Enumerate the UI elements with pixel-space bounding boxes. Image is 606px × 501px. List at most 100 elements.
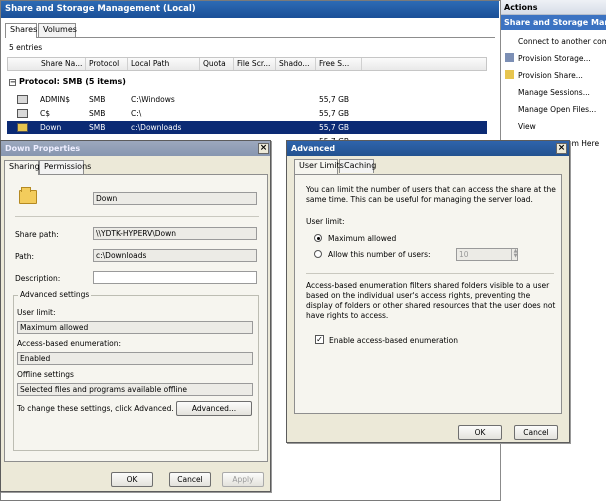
share-free-space: 55,7 GB xyxy=(319,123,350,132)
actions-header: Actions xyxy=(501,0,606,15)
ok-button[interactable]: OK xyxy=(111,472,153,487)
entries-count: 5 entries xyxy=(9,43,43,52)
table-row[interactable]: C$ SMB C:\ 55,7 GB xyxy=(7,107,487,120)
column-protocol[interactable]: Protocol xyxy=(86,58,128,70)
tab-shares[interactable]: Shares xyxy=(5,23,37,38)
max-allowed-label: Maximum allowed xyxy=(328,234,397,243)
tab-volumes[interactable]: Volumes xyxy=(38,23,77,37)
cancel-button[interactable]: Cancel xyxy=(514,425,558,440)
advanced-dialog: Advanced × User Limits Caching You can l… xyxy=(286,140,570,443)
storage-icon xyxy=(505,53,514,62)
path-label: Path: xyxy=(15,252,35,261)
share-free-space: 55,7 GB xyxy=(319,95,350,104)
user-count-stepper[interactable]: 10 xyxy=(456,248,518,261)
user-limits-panel: You can limit the number of users that c… xyxy=(294,174,562,414)
apply-button[interactable]: Apply xyxy=(222,472,264,487)
actions-subheader[interactable]: Share and Storage Manag xyxy=(501,15,606,30)
action-label: Provision Share... xyxy=(518,71,583,80)
offline-value: Selected files and programs available of… xyxy=(17,383,253,396)
user-limit-heading: User limit: xyxy=(306,217,345,226)
advanced-button[interactable]: Advanced... xyxy=(176,401,252,416)
allow-number-radio[interactable] xyxy=(314,250,322,258)
blank-icon xyxy=(505,104,514,113)
abe-description: Access-based enumeration filters shared … xyxy=(306,281,556,320)
tab-permissions[interactable]: Permissions xyxy=(39,160,91,174)
advanced-hint: To change these settings, click Advanced… xyxy=(17,404,174,413)
action-label: Connect to another com xyxy=(518,37,606,46)
group-header[interactable]: − Protocol: SMB (5 items) xyxy=(9,75,126,88)
share-protocol: SMB xyxy=(89,95,106,104)
advanced-settings-group: Advanced settings User limit: Maximum al… xyxy=(13,290,259,451)
share-folder-icon xyxy=(505,70,514,79)
table-row[interactable]: ADMIN$ SMB C:\Windows 55,7 GB xyxy=(7,93,487,106)
blank-icon xyxy=(505,36,514,45)
action-label: om Here xyxy=(567,139,600,148)
share-protocol: SMB xyxy=(89,123,106,132)
tab-divider xyxy=(5,37,495,38)
close-icon[interactable]: × xyxy=(258,143,269,154)
column-free-space[interactable]: Free S... xyxy=(316,58,362,70)
action-provision-storage[interactable]: Provision Storage... xyxy=(505,53,591,65)
share-path-label: Share path: xyxy=(15,230,59,239)
user-limit-label: User limit: xyxy=(17,308,56,317)
action-label: View xyxy=(518,122,536,131)
properties-dialog: Down Properties × Sharing Permissions Do… xyxy=(0,140,271,492)
description-input[interactable] xyxy=(93,271,257,284)
advanced-title: Advanced xyxy=(287,141,569,156)
column-local-path[interactable]: Local Path xyxy=(128,58,200,70)
share-icon xyxy=(17,95,28,104)
share-icon xyxy=(17,109,28,118)
share-path: c:\Downloads xyxy=(131,123,182,132)
folder-share-icon xyxy=(17,123,28,132)
column-shadow-copies[interactable]: Shado... xyxy=(276,58,316,70)
console-tabs: Shares Volumes xyxy=(5,23,105,38)
grid-header: Share Na... Protocol Local Path Quota Fi… xyxy=(7,57,487,71)
tab-caching[interactable]: Caching xyxy=(339,159,376,173)
action-provision-share[interactable]: Provision Share... xyxy=(505,70,583,82)
tab-sharing[interactable]: Sharing xyxy=(4,160,40,175)
collapse-icon[interactable]: − xyxy=(9,79,16,86)
ok-button[interactable]: OK xyxy=(458,425,502,440)
column-quota[interactable]: Quota xyxy=(200,58,234,70)
enable-abe-label: Enable access-based enumeration xyxy=(329,336,459,345)
action-manage-sessions[interactable]: Manage Sessions... xyxy=(505,87,590,99)
divider xyxy=(15,216,259,217)
action-view[interactable]: View xyxy=(505,121,536,133)
column-file-screening[interactable]: File Scr... xyxy=(234,58,276,70)
tab-user-limits[interactable]: User Limits xyxy=(294,159,344,174)
share-protocol: SMB xyxy=(89,109,106,118)
action-label: Manage Sessions... xyxy=(518,88,590,97)
action-label: Provision Storage... xyxy=(518,54,591,63)
share-name-field: Down xyxy=(93,192,257,205)
cancel-button[interactable]: Cancel xyxy=(169,472,211,487)
share-name: C$ xyxy=(40,109,51,118)
share-name: ADMIN$ xyxy=(40,95,70,104)
max-allowed-radio[interactable] xyxy=(314,234,322,242)
offline-label: Offline settings xyxy=(17,370,74,379)
action-manage-open-files[interactable]: Manage Open Files... xyxy=(505,104,596,116)
action-new-window[interactable]: om Here xyxy=(567,138,599,150)
close-icon[interactable]: × xyxy=(556,143,567,154)
user-limit-value: Maximum allowed xyxy=(17,321,253,334)
action-connect[interactable]: Connect to another com xyxy=(505,36,606,48)
console-title: Share and Storage Management (Local) xyxy=(1,1,499,18)
path-field: c:\Downloads xyxy=(93,249,257,262)
abe-label: Access-based enumeration: xyxy=(17,339,122,348)
blank-icon xyxy=(505,121,514,130)
sharing-panel: Down Share path: \\YDTK-HYPERV\Down Path… xyxy=(4,174,268,462)
share-free-space: 55,7 GB xyxy=(319,109,350,118)
column-share-name[interactable]: Share Na... xyxy=(38,58,86,70)
table-row-selected[interactable]: Down SMB c:\Downloads 55,7 GB xyxy=(7,121,487,134)
share-path: C:\Windows xyxy=(131,95,175,104)
user-limit-intro: You can limit the number of users that c… xyxy=(306,185,556,204)
action-label: Manage Open Files... xyxy=(518,105,597,114)
allow-number-label: Allow this number of users: xyxy=(328,250,431,259)
description-label: Description: xyxy=(15,274,61,283)
properties-title: Down Properties xyxy=(1,141,270,156)
advanced-settings-title: Advanced settings xyxy=(18,290,92,299)
spin-arrows-icon[interactable]: ▲ ▼ xyxy=(511,249,519,260)
share-path: C:\ xyxy=(131,109,142,118)
group-label: Protocol: SMB (5 items) xyxy=(19,77,126,86)
enable-abe-checkbox[interactable]: ✓ xyxy=(315,335,324,344)
divider xyxy=(306,273,554,274)
